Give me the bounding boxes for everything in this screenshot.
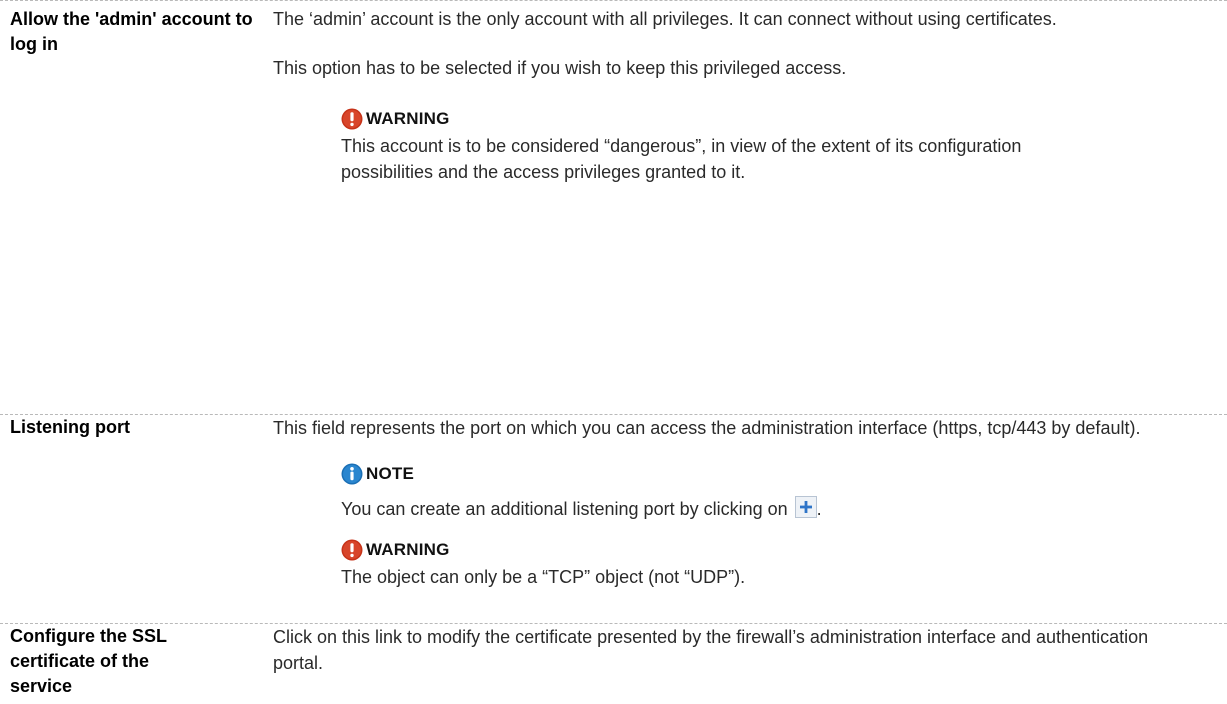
- table-row: Listening port This field represents the…: [0, 414, 1227, 623]
- description: This field represents the port on which …: [265, 415, 1215, 623]
- table-row: Configure the SSL certificate of the ser…: [0, 623, 1227, 704]
- warning-title: WARNING: [366, 540, 450, 559]
- note-text-end: .: [816, 499, 822, 519]
- description-text: Click on this link to modify the certifi…: [273, 627, 1149, 673]
- description: Click on this link to modify the certifi…: [265, 624, 1180, 704]
- definition-table: Allow the 'admin' account to log in The …: [0, 0, 1227, 704]
- note-text: You can create an additional listening p…: [341, 499, 788, 519]
- description-text: This field represents the port on which …: [273, 418, 1141, 438]
- info-icon: [341, 463, 363, 485]
- term-listening-port: Listening port: [10, 417, 130, 437]
- warning-text: The object can only be a “TCP” object (n…: [341, 567, 746, 587]
- term-admin-login: Allow the 'admin' account to log in: [10, 9, 253, 54]
- plus-icon[interactable]: [794, 496, 817, 518]
- warning-text: This account is to be considered “danger…: [341, 136, 1022, 182]
- description: The ‘admin’ account is the only account …: [265, 1, 1215, 414]
- warning-title: WARNING: [366, 109, 450, 128]
- description-text: This option has to be selected if you wi…: [273, 58, 847, 78]
- note-title: NOTE: [366, 464, 415, 483]
- table-row: Allow the 'admin' account to log in The …: [0, 0, 1227, 414]
- note-callout: NOTE You can create an additional listen…: [341, 460, 1215, 590]
- warning-callout: WARNING This account is to be considered…: [341, 105, 1215, 185]
- term-ssl-certificate[interactable]: Configure the SSL certificate of the ser…: [0, 624, 230, 704]
- warning-icon: [341, 108, 363, 130]
- description-text: The ‘admin’ account is the only account …: [273, 9, 1057, 29]
- warning-icon: [341, 539, 363, 561]
